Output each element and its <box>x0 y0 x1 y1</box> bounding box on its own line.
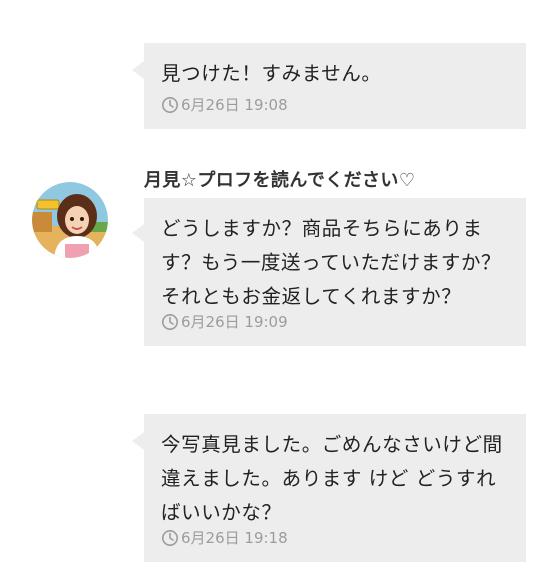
message-bubble[interactable]: 見つけた！すみません。 6月26日 19:08 <box>132 43 526 129</box>
clock-icon <box>162 313 178 330</box>
message-text: どうしますか？商品そちらにあります？もう一度送っていただけますか？それともお金返… <box>161 217 502 308</box>
message-text: 今写真見ました。ごめんなさいけど間違えました。あります けど どうすればいいかな… <box>161 433 503 524</box>
message-timestamp: 6月26日 19:08 <box>181 96 288 114</box>
sender-name[interactable]: 月見☆プロフを読んでください♡ <box>144 166 415 192</box>
user-avatar-photo <box>32 182 108 258</box>
message-timestamp-row: 6月26日 19:09 <box>161 311 288 332</box>
clock-icon <box>162 529 178 546</box>
chat-thread: 見つけた！すみません。 6月26日 19:08 月見☆プロフを読んでください♡ <box>0 0 543 579</box>
message-bubble[interactable]: どうしますか？商品そちらにあります？もう一度送っていただけますか？それともお金返… <box>132 198 526 346</box>
message-timestamp: 6月26日 19:09 <box>181 313 288 331</box>
clock-icon <box>162 96 178 113</box>
message-timestamp-row: 6月26日 19:18 <box>161 527 288 548</box>
message-timestamp: 6月26日 19:18 <box>181 529 288 547</box>
message-text: 見つけた！すみません。 <box>161 62 382 85</box>
avatar[interactable] <box>32 182 108 258</box>
message-bubble[interactable]: 今写真見ました。ごめんなさいけど間違えました。あります けど どうすればいいかな… <box>132 414 526 562</box>
message-timestamp-row: 6月26日 19:08 <box>161 94 288 115</box>
